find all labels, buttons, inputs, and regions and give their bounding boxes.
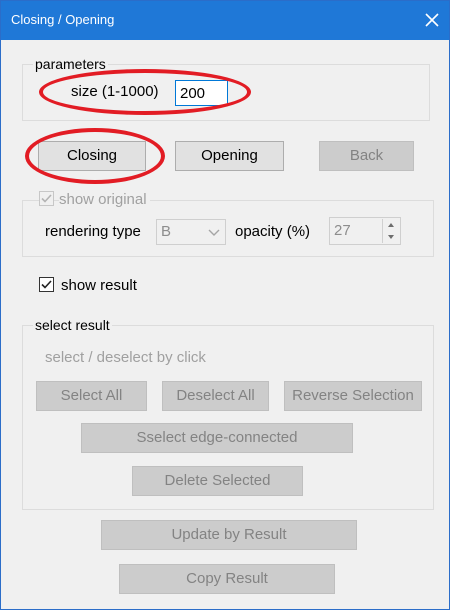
dialog-window: Closing / Opening parameters size (1-100… xyxy=(0,0,450,610)
deselect-all-button[interactable]: Deselect All xyxy=(162,381,269,411)
delete-selected-button[interactable]: Delete Selected xyxy=(132,466,303,496)
select-edge-connected-button[interactable]: Sselect edge-connected xyxy=(81,423,353,453)
select-hint: select / deselect by click xyxy=(45,349,206,366)
size-input[interactable] xyxy=(175,80,228,106)
opacity-label: opacity (%) xyxy=(235,223,311,240)
show-original-checkbox[interactable] xyxy=(39,191,54,206)
rendering-type-value: B xyxy=(161,223,172,240)
window-title: Closing / Opening xyxy=(11,12,115,27)
opacity-stepper[interactable]: 27 xyxy=(329,217,401,245)
show-original-label: show original xyxy=(59,191,150,208)
title-bar: Closing / Opening xyxy=(1,1,449,40)
show-result-label: show result xyxy=(61,277,137,294)
update-by-result-button[interactable]: Update by Result xyxy=(101,520,357,550)
arrow-down-icon xyxy=(388,235,394,239)
opacity-spin-down[interactable] xyxy=(382,231,399,243)
rendering-type-select[interactable]: B xyxy=(156,219,226,245)
chevron-down-icon xyxy=(208,229,220,236)
closing-button[interactable]: Closing xyxy=(38,141,146,171)
copy-result-button[interactable]: Copy Result xyxy=(119,564,335,594)
check-icon xyxy=(41,194,52,203)
close-icon xyxy=(425,13,439,27)
check-icon xyxy=(41,280,52,289)
select-result-legend: select result xyxy=(33,317,112,333)
arrow-up-icon xyxy=(388,223,394,227)
opacity-value: 27 xyxy=(334,222,351,239)
opening-button[interactable]: Opening xyxy=(175,141,284,171)
reverse-selection-button[interactable]: Reverse Selection xyxy=(284,381,422,411)
parameters-legend: parameters xyxy=(33,56,108,72)
rendering-type-label: rendering type xyxy=(45,223,141,240)
close-button[interactable] xyxy=(417,4,447,36)
select-all-button[interactable]: Select All xyxy=(36,381,147,411)
size-label: size (1-1000) xyxy=(71,83,159,100)
back-button[interactable]: Back xyxy=(319,141,414,171)
opacity-spin-up[interactable] xyxy=(382,219,399,231)
show-result-checkbox[interactable] xyxy=(39,277,54,292)
